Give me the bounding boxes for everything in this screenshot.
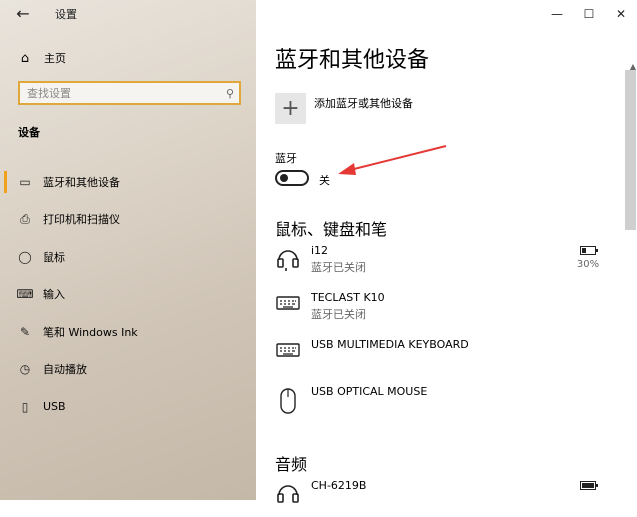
device-item-usb-keyboard[interactable]: USB MULTIMEDIA KEYBOARD	[275, 338, 615, 376]
window-title: 设置	[55, 8, 77, 21]
usb-icon: ▯	[21, 399, 29, 414]
mouse-icon	[275, 387, 301, 414]
active-indicator	[4, 171, 7, 193]
battery-indicator: 30%	[573, 244, 603, 270]
headset-icon	[275, 481, 301, 507]
toggle-knob	[280, 174, 288, 182]
battery-indicator	[573, 479, 603, 494]
keyboard-icon: ⌨	[16, 287, 34, 302]
home-label: 主页	[44, 52, 66, 65]
sidebar-item-label: 自动播放	[43, 363, 87, 377]
add-device-button[interactable]: + 添加蓝牙或其他设备	[275, 93, 413, 124]
page-title: 蓝牙和其他设备	[275, 48, 430, 73]
sidebar-item-printers[interactable]: ⎙ 打印机和扫描仪	[0, 201, 256, 239]
battery-level: 30%	[576, 259, 600, 270]
window-controls: — ☐ ✕	[541, 0, 637, 28]
device-name: USB OPTICAL MOUSE	[311, 385, 428, 398]
sidebar-item-label: 鼠标	[43, 250, 65, 264]
sidebar-item-input[interactable]: ⌨ 输入	[0, 276, 256, 314]
minimize-button[interactable]: —	[541, 0, 573, 28]
sidebar-item-label: 输入	[43, 288, 65, 302]
sidebar-item-home[interactable]: ⌂ 主页	[16, 48, 66, 68]
close-button[interactable]: ✕	[605, 0, 637, 28]
pen-icon: ✎	[19, 324, 31, 339]
sidebar-item-label: 笔和 Windows Ink	[43, 325, 138, 339]
home-icon: ⌂	[20, 50, 30, 66]
device-status: 蓝牙已关闭	[311, 308, 366, 321]
sidebar-item-bluetooth[interactable]: ▭ 蓝牙和其他设备	[0, 163, 256, 201]
section-heading-mice: 鼠标、键盘和笔	[275, 220, 388, 239]
plus-icon: +	[275, 93, 306, 124]
printer-icon: ⎙	[20, 211, 30, 226]
sidebar-item-pen[interactable]: ✎ 笔和 Windows Ink	[0, 313, 256, 351]
bluetooth-state: 关	[319, 174, 330, 187]
device-item-ch6219b[interactable]: CH-6219B	[275, 479, 615, 517]
battery-icon	[580, 246, 598, 255]
sidebar-item-label: 打印机和扫描仪	[43, 213, 120, 227]
keyboard-icon	[275, 293, 301, 319]
battery-icon	[580, 481, 598, 490]
search-placeholder: 查找设置	[27, 87, 71, 100]
sidebar-item-usb[interactable]: ▯ USB	[0, 388, 256, 426]
device-name: TECLAST K10	[311, 291, 385, 304]
device-name: CH-6219B	[311, 479, 367, 492]
scrollbar-thumb[interactable]	[625, 70, 636, 230]
title-bar: ← 设置	[0, 0, 256, 28]
device-name: i12	[311, 244, 329, 257]
device-item-teclast[interactable]: TECLAST K10 蓝牙已关闭	[275, 291, 615, 329]
sidebar-nav: ▭ 蓝牙和其他设备 ⎙ 打印机和扫描仪 ◯ 鼠标 ⌨ 输入 ✎ 笔和 Windo…	[0, 163, 256, 426]
device-item-i12[interactable]: i12 蓝牙已关闭 30%	[275, 244, 615, 282]
keyboard-icon	[275, 340, 301, 366]
device-status: 蓝牙已关闭	[311, 261, 366, 274]
back-arrow-icon[interactable]: ←	[12, 4, 34, 24]
bluetooth-devices-icon: ▭	[19, 174, 31, 189]
mouse-icon: ◯	[18, 249, 32, 264]
autoplay-icon: ◷	[19, 362, 31, 377]
bluetooth-label: 蓝牙	[275, 152, 297, 165]
device-item-usb-mouse[interactable]: USB OPTICAL MOUSE	[275, 385, 615, 423]
device-name: USB MULTIMEDIA KEYBOARD	[311, 338, 469, 351]
headset-icon	[275, 246, 301, 272]
section-label-devices: 设备	[18, 126, 40, 139]
sidebar-item-label: USB	[43, 400, 66, 414]
sidebar-item-mouse[interactable]: ◯ 鼠标	[0, 238, 256, 276]
annotation-arrow	[338, 145, 447, 175]
search-input[interactable]: 查找设置 ⚲	[18, 81, 241, 105]
bluetooth-toggle[interactable]	[275, 170, 309, 186]
search-icon: ⚲	[225, 86, 235, 100]
sidebar-item-autoplay[interactable]: ◷ 自动播放	[0, 351, 256, 389]
add-device-label: 添加蓝牙或其他设备	[314, 97, 413, 110]
main-panel: — ☐ ✕ 蓝牙和其他设备 + 添加蓝牙或其他设备 蓝牙 关 鼠标、键盘和笔 i…	[256, 0, 637, 503]
sidebar: ← 设置 ⌂ 主页 查找设置 ⚲ 设备 ▭ 蓝牙和其他设备 ⎙ 打印机和扫描仪 …	[0, 0, 256, 500]
maximize-button[interactable]: ☐	[573, 0, 605, 28]
section-heading-audio: 音频	[275, 455, 308, 474]
sidebar-item-label: 蓝牙和其他设备	[43, 175, 120, 189]
